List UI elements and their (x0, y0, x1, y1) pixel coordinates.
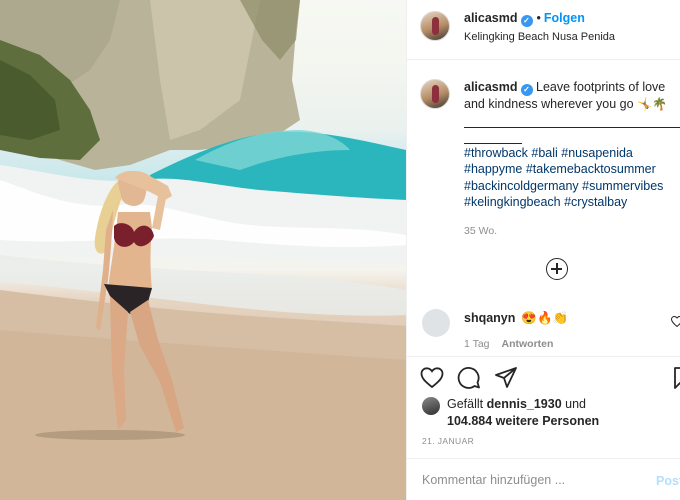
comment-like-heart-icon[interactable] (671, 316, 680, 327)
caption-divider-line-short (464, 143, 522, 144)
likes-conjunction: und (565, 397, 587, 411)
hashtag-line[interactable]: #backincoldgermany #summervibes (464, 178, 679, 194)
header-user-row: alicasmd ✓ • Folgen (464, 11, 585, 27)
comment-bubble-icon[interactable] (457, 366, 481, 390)
hashtag-list: #throwback #bali #nusapenida #happyme #t… (464, 145, 679, 210)
post-header: alicasmd ✓ • Folgen Kelingking Beach Nusa P… (407, 0, 680, 60)
author-avatar[interactable] (420, 11, 450, 41)
comment-meta: 1 Tag Antworten (464, 338, 565, 350)
liker-avatar[interactable] (422, 397, 440, 415)
like-heart-icon[interactable] (420, 366, 444, 390)
hashtag-line[interactable]: #happyme #takemebacktosummer (464, 161, 679, 177)
comment-text: 😍🔥👏 (521, 311, 569, 325)
hashtag-line[interactable]: #throwback #bali #nusapenida (464, 145, 679, 161)
post-photo[interactable] (0, 0, 406, 500)
liker-username[interactable]: dennis_1930 (487, 397, 562, 411)
caption-author-avatar[interactable] (420, 79, 450, 109)
post-time-ago[interactable]: 35 Wo. (464, 225, 497, 237)
save-bookmark-icon[interactable] (673, 366, 680, 390)
separator-dot: • (536, 11, 541, 25)
follow-button[interactable]: Folgen (544, 11, 585, 25)
likes-prefix: Gefällt (447, 397, 484, 411)
beach-scene-image (0, 0, 406, 500)
reply-button[interactable]: Antworten (502, 338, 554, 350)
post-comment-button[interactable]: Posten (656, 474, 680, 488)
comment-time[interactable]: 1 Tag (464, 338, 490, 350)
likes-summary: Gefällt dennis_1930 und 104.884 weitere … (447, 396, 627, 429)
share-send-icon[interactable] (494, 366, 518, 390)
caption-username[interactable]: alicasmd (464, 80, 518, 94)
post-caption: alicasmd ✓ Leave footprints of love and k… (464, 79, 677, 113)
caption-divider-line (464, 127, 680, 128)
caption-emoji: 🤸🌴 (637, 97, 667, 111)
comment-row: shqanyn 😍🔥👏 (464, 311, 568, 326)
verified-badge-icon: ✓ (520, 84, 533, 96)
author-username[interactable]: alicasmd (464, 11, 518, 25)
actions-divider (407, 356, 680, 357)
load-more-comments-icon[interactable] (546, 258, 568, 280)
commenter-avatar[interactable] (422, 309, 450, 337)
post-location[interactable]: Kelingking Beach Nusa Penida (464, 31, 615, 43)
likes-others-count[interactable]: 104.884 weitere Personen (447, 414, 599, 428)
hashtag-line[interactable]: #kelingkingbeach #crystalbay (464, 194, 679, 210)
verified-badge-icon: ✓ (520, 15, 533, 27)
post-date[interactable]: 21. JANUAR (422, 436, 474, 446)
post-details-panel: alicasmd ✓ • Folgen Kelingking Beach Nusa P… (406, 0, 680, 500)
comment-input[interactable] (422, 473, 642, 487)
add-comment-bar: Posten (407, 458, 680, 500)
commenter-username[interactable]: shqanyn (464, 311, 515, 325)
